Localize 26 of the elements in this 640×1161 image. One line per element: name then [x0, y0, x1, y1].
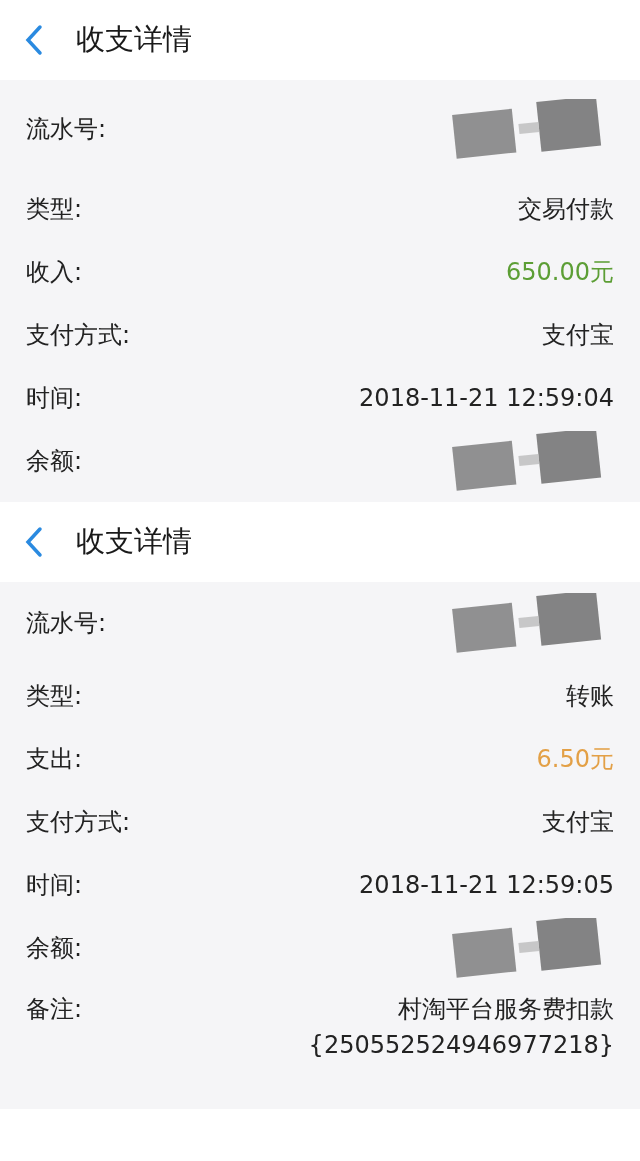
field-label: 流水号:	[26, 608, 107, 639]
field-label: 时间:	[26, 382, 83, 414]
field-label: 支出:	[26, 743, 83, 775]
field-value: 6.50元	[536, 743, 614, 775]
field-label: 支付方式:	[26, 806, 131, 838]
field-value: 支付宝	[542, 319, 614, 351]
field-label: 支付方式:	[26, 319, 131, 351]
field-value: 交易付款	[518, 193, 614, 225]
page-title: 收支详情	[76, 21, 192, 59]
field-value: 2018-11-21 12:59:05	[359, 869, 614, 901]
back-button[interactable]	[24, 24, 44, 56]
back-button[interactable]	[24, 526, 44, 558]
page-title: 收支详情	[76, 523, 192, 561]
field-label: 备注:	[26, 994, 83, 1025]
field-label: 余额:	[26, 932, 83, 964]
field-label: 收入:	[26, 256, 83, 288]
field-value: 转账	[566, 680, 614, 712]
field-label: 余额:	[26, 445, 83, 477]
field-value: 村淘平台服务费扣款 {250552524946977218}	[308, 994, 614, 1061]
field-value: 650.00元	[506, 256, 614, 288]
field-label: 时间:	[26, 869, 83, 901]
field-value: 2018-11-21 12:59:04	[359, 382, 614, 414]
field-value: 支付宝	[542, 806, 614, 838]
field-label: 类型:	[26, 680, 83, 712]
field-label: 流水号:	[26, 113, 107, 145]
field-label: 类型:	[26, 193, 83, 225]
